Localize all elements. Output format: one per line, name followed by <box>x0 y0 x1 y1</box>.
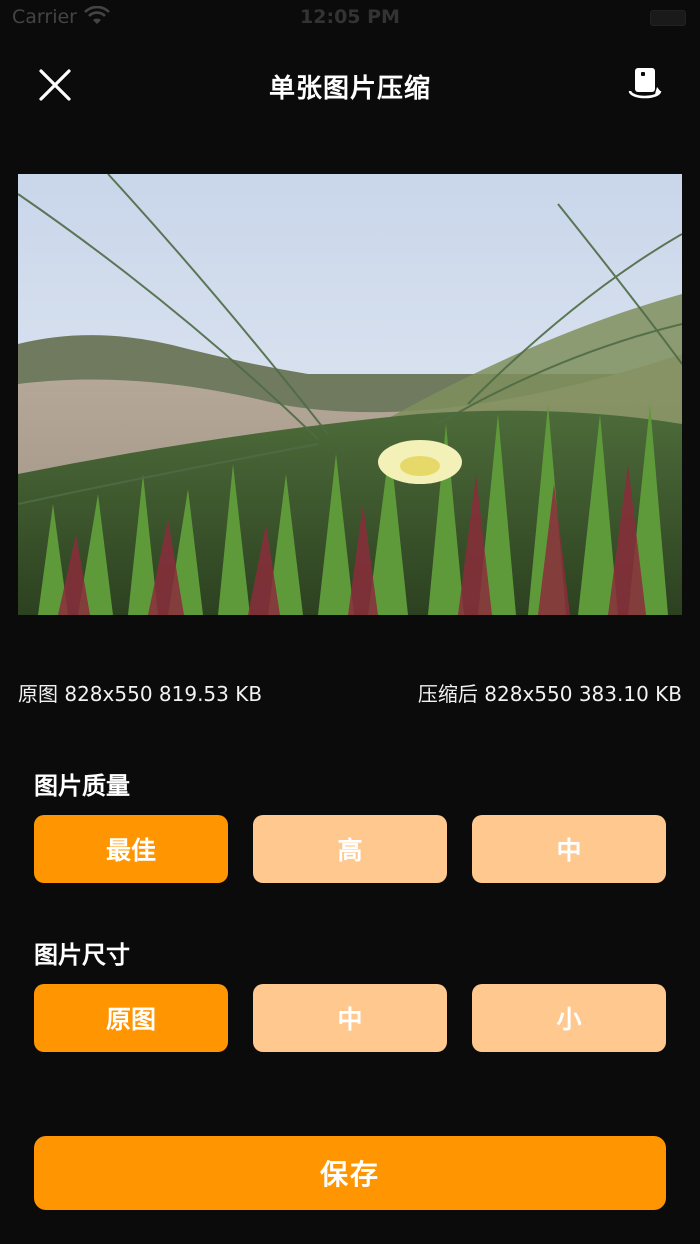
save-button[interactable]: 保存 <box>34 1136 666 1210</box>
status-time: 12:05 PM <box>300 6 400 28</box>
rotate-button[interactable] <box>620 62 670 108</box>
image-preview <box>18 174 682 615</box>
quality-option-medium[interactable]: 中 <box>472 815 666 883</box>
page-title: 单张图片压缩 <box>268 74 431 104</box>
battery-icon <box>650 10 686 26</box>
rotate-icon <box>628 68 662 99</box>
quality-options: 最佳 高 中 <box>34 815 666 883</box>
quality-option-high[interactable]: 高 <box>253 815 447 883</box>
quality-label: 图片质量 <box>34 772 130 800</box>
original-info: 原图 828x550 819.53 KB <box>18 682 263 706</box>
size-option-small[interactable]: 小 <box>472 984 666 1052</box>
compressed-info: 压缩后 828x550 383.10 KB <box>417 682 682 706</box>
size-options: 原图 中 小 <box>34 984 666 1052</box>
nav-bar: 单张图片压缩 <box>0 50 700 120</box>
image-info-row: 原图 828x550 819.53 KB 压缩后 828x550 383.10 … <box>18 678 682 708</box>
size-option-original[interactable]: 原图 <box>34 984 228 1052</box>
quality-option-best[interactable]: 最佳 <box>34 815 228 883</box>
size-label: 图片尺寸 <box>34 941 130 969</box>
status-bar: Carrier 12:05 PM <box>0 0 700 36</box>
size-option-medium[interactable]: 中 <box>253 984 447 1052</box>
